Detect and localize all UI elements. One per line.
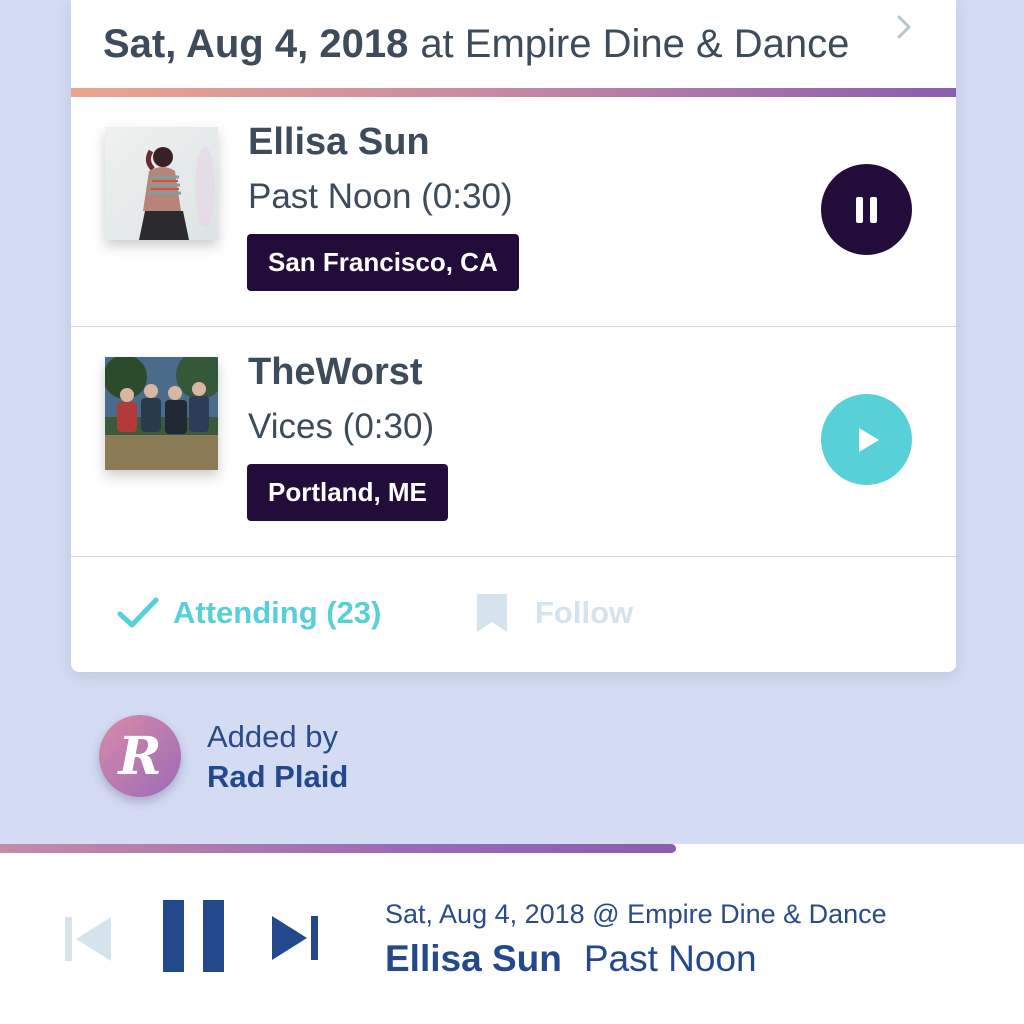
artist-row: TheWorst Vices (0:30) Portland, ME	[71, 327, 956, 557]
avatar[interactable]: R	[99, 715, 181, 797]
pause-button[interactable]	[163, 900, 225, 977]
track-title: Vices (0:30)	[248, 407, 435, 446]
event-date: Sat, Aug 4, 2018	[103, 21, 409, 66]
added-by-label: Added by	[207, 719, 338, 754]
artist-photo[interactable]	[105, 127, 218, 240]
header-divider	[71, 88, 956, 97]
follow-label: Follow	[535, 595, 634, 630]
play-button[interactable]	[821, 394, 912, 485]
skip-next-icon	[272, 916, 318, 960]
event-header[interactable]: Sat, Aug 4, 2018 at Empire Dine & Dance	[71, 0, 956, 88]
event-venue: at Empire Dine & Dance	[420, 21, 850, 66]
progress-fill	[0, 844, 676, 853]
artist-name[interactable]: TheWorst	[248, 351, 423, 394]
follow-button[interactable]: Follow	[475, 557, 633, 669]
chevron-right-icon	[897, 15, 911, 39]
pause-icon	[163, 900, 224, 972]
progress-bar[interactable]	[0, 844, 1024, 853]
pause-icon	[855, 196, 877, 223]
pause-button[interactable]	[821, 164, 912, 255]
bookmark-icon	[477, 594, 507, 632]
location-badge: Portland, ME	[247, 464, 448, 521]
event-actions: Attending (23) Follow	[71, 557, 956, 669]
attending-label: Attending (23)	[173, 595, 382, 630]
attending-button[interactable]: Attending (23)	[117, 557, 381, 669]
now-playing-track: Past Noon	[583, 938, 757, 979]
now-playing-bar: Sat, Aug 4, 2018 @ Empire Dine & Dance E…	[0, 844, 1024, 1024]
check-icon	[117, 597, 159, 628]
next-button[interactable]	[270, 913, 320, 968]
now-playing-artist: Ellisa Sun	[385, 938, 562, 979]
skip-previous-icon	[65, 917, 111, 961]
added-by-name[interactable]: Rad Plaid	[207, 759, 348, 795]
play-icon	[858, 427, 879, 452]
event-card: Sat, Aug 4, 2018 at Empire Dine & Dance	[71, 0, 956, 672]
location-badge: San Francisco, CA	[247, 234, 519, 291]
now-playing-title: Ellisa Sun Past Noon	[385, 938, 757, 980]
artist-name[interactable]: Ellisa Sun	[248, 121, 430, 164]
artist-photo[interactable]	[105, 357, 218, 470]
now-playing-event: Sat, Aug 4, 2018 @ Empire Dine & Dance	[385, 899, 887, 929]
track-title: Past Noon (0:30)	[248, 177, 513, 216]
previous-button[interactable]	[63, 914, 113, 969]
artist-row: Ellisa Sun Past Noon (0:30) San Francisc…	[71, 97, 956, 327]
